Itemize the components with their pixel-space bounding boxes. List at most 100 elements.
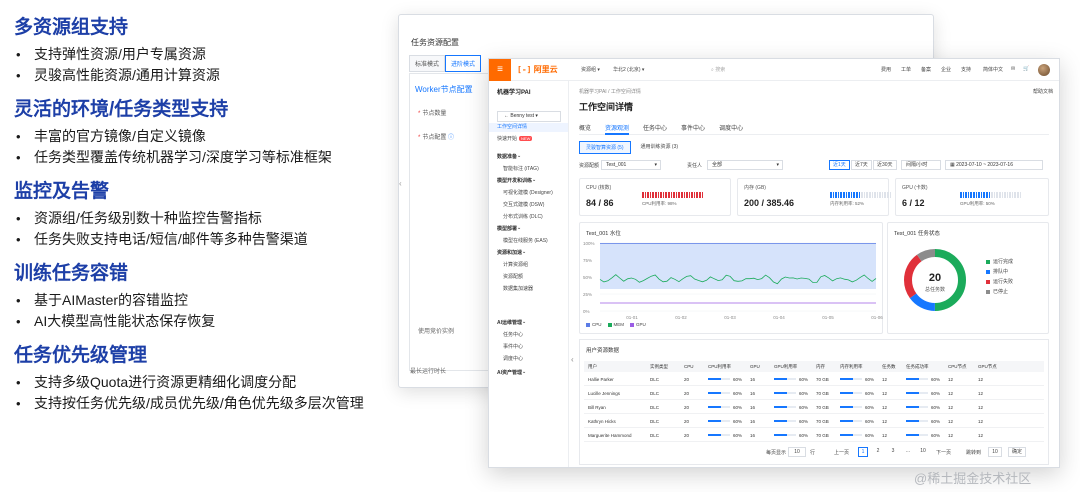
sidebar-item[interactable]: 模型开发和训练 ⌄ xyxy=(497,177,542,184)
tab-task-center[interactable]: 任务中心 xyxy=(643,121,667,135)
tab-event-center[interactable]: 事件中心 xyxy=(681,121,705,135)
table-cell: Bill Ryan xyxy=(588,405,606,410)
nav-cost[interactable]: 费用 xyxy=(881,66,891,73)
table-row[interactable]: Bill Ryan DLC 20 60% 16 60% 70 GB 60% 12 60% 12 12 xyxy=(584,401,1044,414)
range-30-days[interactable]: 近30天 xyxy=(873,160,897,170)
region-dropdown[interactable]: 华北2 (北京) ▾ xyxy=(613,66,644,73)
donut-total: 20 xyxy=(928,272,942,284)
column-header[interactable]: 任务数 xyxy=(882,361,896,372)
chevron-left-icon[interactable]: ‹ xyxy=(571,355,574,364)
next-page-button[interactable]: 下一页 xyxy=(936,449,951,456)
table-row[interactable]: Lucille Jennings DLC 20 60% 16 60% 70 GB 60% 12 6… xyxy=(584,387,1044,400)
sidebar-item[interactable]: 计算资源组 xyxy=(503,261,528,268)
gpu-metric-card: GPU (卡数) 6 / 12 GPU利用率: 50% xyxy=(895,178,1049,216)
y-tick-label: 0% xyxy=(583,309,590,314)
page-button[interactable]: 10 xyxy=(918,447,928,457)
memory-usage-text: 内存利用率: 52% xyxy=(830,201,865,206)
page-button[interactable]: ... xyxy=(903,447,913,457)
table-cell: 12 xyxy=(948,405,954,410)
quota-select[interactable]: Test_001 ▾ xyxy=(601,160,661,170)
top-bar: ≡ [-] 阿里云 资源组 ▾ 华北2 (北京) ▾ ⌕ 搜索 费用 工单 备案… xyxy=(489,59,1059,81)
avatar[interactable] xyxy=(1038,64,1050,76)
column-header[interactable]: 用户 xyxy=(588,361,597,372)
sidebar-item[interactable]: AI资产管理 ⌄ xyxy=(497,369,532,376)
sidebar-item[interactable]: 数据准备 ⌄ xyxy=(497,153,527,160)
column-header[interactable]: GPU利用率 xyxy=(774,361,797,372)
nav-support[interactable]: 支持 xyxy=(961,66,971,73)
sidebar-item[interactable]: 可视化建模 (Designer) xyxy=(503,189,553,196)
legend-cpu-text: CPU xyxy=(592,322,602,327)
workspace-select[interactable]: ← Benny test ▾ xyxy=(497,111,561,122)
table-row[interactable]: Marguerite Hammond DLC 20 60% 16 60% 70 GB 60% 1… xyxy=(584,429,1044,442)
table-cell: 70 GB xyxy=(816,391,829,396)
sidebar-item[interactable]: 资源和加速 ⌄ xyxy=(497,249,532,256)
column-header[interactable]: GPU xyxy=(750,361,760,372)
aliyun-logo[interactable]: [-] 阿里云 xyxy=(517,64,558,75)
gpu-metric-label: GPU (卡数) xyxy=(902,185,928,191)
menu-icon[interactable]: ≡ xyxy=(489,59,511,81)
page-button[interactable]: 3 xyxy=(888,447,898,457)
jump-to-input[interactable]: 10 xyxy=(988,447,1002,457)
tab-lingjun-resource[interactable]: 灵骏智算资源 (5) xyxy=(579,141,631,154)
tab-resource-observe[interactable]: 资源观测 xyxy=(605,121,630,135)
sidebar-item[interactable]: 快速开始 NEW xyxy=(497,135,533,142)
cart-icon[interactable]: 🛒 xyxy=(1023,66,1029,72)
prev-page-button[interactable]: 上一页 xyxy=(834,449,849,456)
date-range-picker[interactable]: ▦ 2023-07-10 ~ 2023-07-16 xyxy=(945,160,1043,170)
confirm-jump-button[interactable]: 确定 xyxy=(1008,447,1026,457)
page-button[interactable]: 1 xyxy=(858,447,868,457)
tab-advanced-mode[interactable]: 进阶模式 xyxy=(445,55,482,72)
help-docs-link[interactable]: 帮助文档 xyxy=(1033,88,1053,95)
help-icon[interactable]: ⓘ xyxy=(448,135,454,141)
column-header[interactable]: CPU节点 xyxy=(948,361,967,372)
column-header[interactable]: 实例类型 xyxy=(650,361,668,372)
sidebar-item[interactable]: AI运维管理 ⌄ xyxy=(497,319,532,326)
page-size-select[interactable]: 10 xyxy=(788,447,806,457)
usage-bar-tick xyxy=(962,192,965,198)
sidebar-item[interactable]: 任务中心 xyxy=(503,331,523,338)
tab-overview[interactable]: 概览 xyxy=(579,121,591,135)
sidebar-item[interactable]: 资源配额 xyxy=(503,273,523,280)
back-arrow-icon: ← xyxy=(504,113,509,119)
nav-icp[interactable]: 备案 xyxy=(921,66,931,73)
column-header[interactable]: 内存利用率 xyxy=(840,361,863,372)
sidebar-item[interactable]: 工作空间详情 xyxy=(489,123,568,132)
column-header[interactable]: CPU利用率 xyxy=(708,361,731,372)
usage-bar-tick xyxy=(652,192,654,198)
sidebar-item[interactable]: 模型部署 ⌄ xyxy=(497,225,527,232)
resource-group-dropdown[interactable]: 资源组 ▾ xyxy=(581,66,600,73)
column-header[interactable]: 任务成功率 xyxy=(906,361,929,372)
usage-mini-bar xyxy=(708,420,730,422)
nav-ticket[interactable]: 工单 xyxy=(901,66,911,73)
table-row[interactable]: Kathryn Hicks DLC 20 60% 16 60% 70 GB 60% 12 60% 1… xyxy=(584,415,1044,428)
sidebar-item[interactable]: 模型在线服务 (EAS) xyxy=(503,237,548,244)
sidebar-item[interactable]: 调度中心 xyxy=(503,355,523,362)
usage-mini-fill xyxy=(774,392,788,394)
column-header[interactable]: CPU xyxy=(684,361,694,372)
search-input[interactable]: ⌕ 搜索 xyxy=(711,65,831,75)
interval-select[interactable]: 间隔/小时 xyxy=(901,160,941,170)
tab-schedule-center[interactable]: 调度中心 xyxy=(719,121,743,135)
sidebar-item[interactable]: 交互式建模 (DSW) xyxy=(503,201,544,208)
page-button[interactable]: 2 xyxy=(873,447,883,457)
tab-standard-mode[interactable]: 标准模式 xyxy=(409,55,446,72)
owner-select[interactable]: 全部 ▾ xyxy=(707,160,783,170)
language-switch[interactable]: 简体中文 xyxy=(983,66,1003,73)
sidebar-item[interactable]: 数据集加速器 xyxy=(503,285,533,292)
usage-mini-bar xyxy=(840,434,862,436)
column-header[interactable]: 内存 xyxy=(816,361,825,372)
y-tick-label: 50% xyxy=(583,275,592,280)
sidebar-item[interactable]: 事件中心 xyxy=(503,343,523,350)
table-row[interactable]: Hallie Parker DLC 20 60% 16 60% 70 GB 60% 12 60% 1… xyxy=(584,373,1044,386)
sidebar-item[interactable]: 分布式训练 (DLC) xyxy=(503,213,543,220)
column-header[interactable]: GPU节点 xyxy=(978,361,997,372)
usage-mini-bar xyxy=(840,378,862,380)
table-cell: 60% xyxy=(865,433,875,438)
chevron-left-icon[interactable]: ‹ xyxy=(399,179,407,193)
sidebar-item[interactable]: 智能标注 (iTAG) xyxy=(503,165,539,172)
range-7-days[interactable]: 近7天 xyxy=(851,160,872,170)
range-1-day[interactable]: 近1天 xyxy=(829,160,850,170)
nav-enterprise[interactable]: 企业 xyxy=(941,66,951,73)
mail-icon[interactable]: ✉ xyxy=(1011,66,1015,72)
tab-general-resource[interactable]: 通用训练资源 (3) xyxy=(635,141,685,154)
